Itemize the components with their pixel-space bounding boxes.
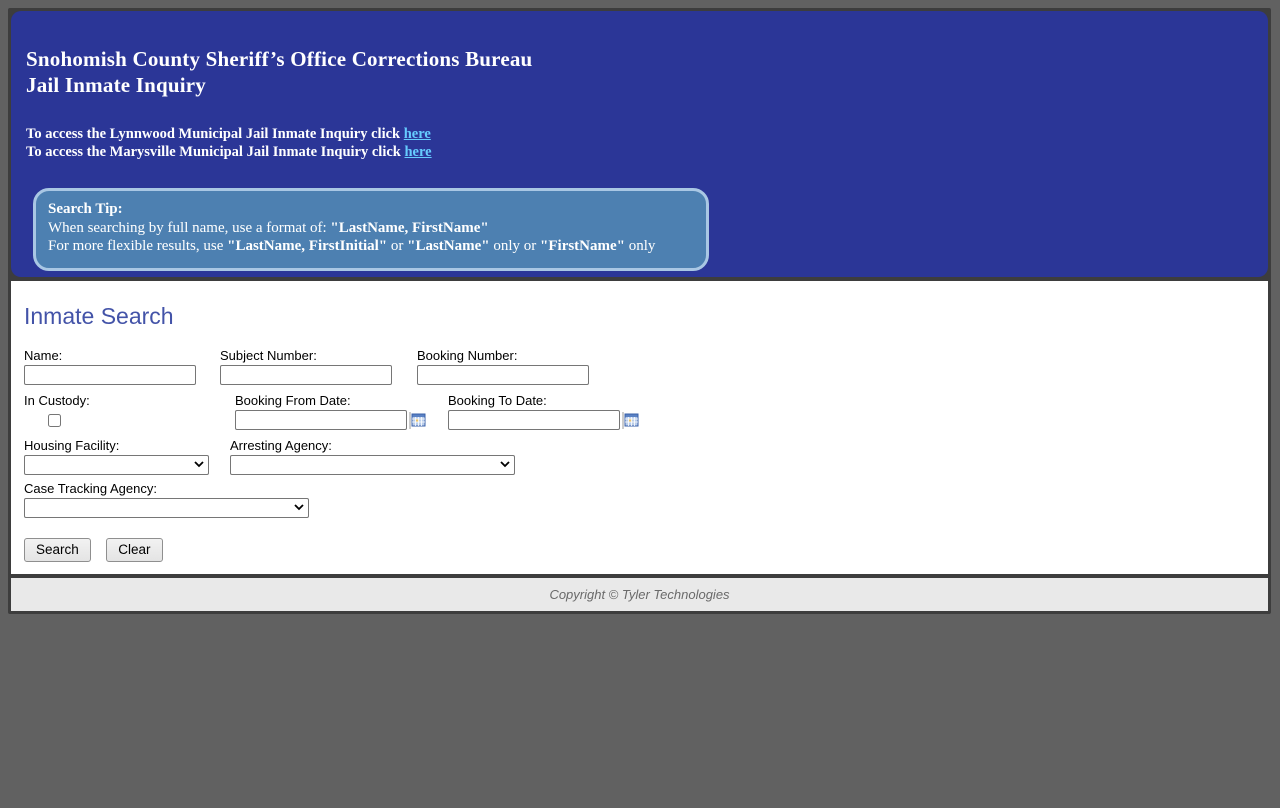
search-tip-box: Search Tip: When searching by full name,…: [33, 188, 709, 271]
search-button[interactable]: Search: [24, 538, 91, 562]
booking-to-label: Booking To Date:: [448, 394, 639, 408]
name-field-group: Name:: [24, 349, 196, 385]
booking-from-calendar-button[interactable]: [409, 412, 426, 429]
header-panel: Snohomish County Sheriff’s Office Correc…: [11, 11, 1268, 277]
subject-number-label: Subject Number:: [220, 349, 392, 363]
lynnwood-link-line: To access the Lynnwood Municipal Jail In…: [26, 125, 1248, 143]
booking-to-field-group: Booking To Date:: [448, 394, 639, 430]
footer: Copyright © Tyler Technologies: [11, 578, 1268, 611]
in-custody-checkbox[interactable]: [48, 414, 61, 427]
booking-number-field-group: Booking Number:: [417, 349, 589, 385]
subject-number-field-group: Subject Number:: [220, 349, 392, 385]
header-links: To access the Lynnwood Municipal Jail In…: [26, 125, 1248, 161]
clear-button[interactable]: Clear: [106, 538, 162, 562]
lynnwood-inquiry-link[interactable]: here: [404, 126, 431, 142]
housing-facility-field-group: Housing Facility:: [24, 439, 209, 475]
calendar-icon: [622, 417, 639, 432]
case-tracking-agency-label: Case Tracking Agency:: [24, 482, 309, 496]
search-tip-title: Search Tip:: [48, 200, 694, 219]
subject-number-input[interactable]: [220, 365, 392, 385]
page-title: Snohomish County Sheriff’s Office Correc…: [26, 46, 1248, 98]
page-title-line1: Snohomish County Sheriff’s Office Correc…: [26, 46, 1248, 72]
housing-facility-select[interactable]: [24, 455, 209, 475]
case-tracking-agency-field-group: Case Tracking Agency:: [24, 482, 309, 518]
booking-to-input[interactable]: [448, 410, 620, 430]
marysville-link-line: To access the Marysville Municipal Jail …: [26, 143, 1248, 161]
lynnwood-link-text: To access the Lynnwood Municipal Jail In…: [26, 126, 404, 142]
marysville-link-text: To access the Marysville Municipal Jail …: [26, 144, 404, 160]
search-tip-line2: For more flexible results, use "LastName…: [48, 237, 694, 256]
marysville-inquiry-link[interactable]: here: [404, 144, 431, 160]
booking-from-input[interactable]: [235, 410, 407, 430]
arresting-agency-field-group: Arresting Agency:: [230, 439, 515, 475]
booking-number-input[interactable]: [417, 365, 589, 385]
main-content: Inmate Search Name: Subject Number: Book…: [11, 281, 1268, 574]
search-tip-line1: When searching by full name, use a forma…: [48, 219, 694, 238]
in-custody-field-group: In Custody:: [24, 394, 90, 432]
copyright-text: Copyright © Tyler Technologies: [549, 587, 729, 602]
page-container: Snohomish County Sheriff’s Office Correc…: [8, 8, 1271, 614]
name-label: Name:: [24, 349, 196, 363]
arresting-agency-label: Arresting Agency:: [230, 439, 515, 453]
booking-to-calendar-button[interactable]: [622, 412, 639, 429]
housing-facility-label: Housing Facility:: [24, 439, 209, 453]
booking-from-field-group: Booking From Date:: [235, 394, 426, 430]
in-custody-label: In Custody:: [24, 394, 90, 408]
name-input[interactable]: [24, 365, 196, 385]
calendar-icon: [409, 417, 426, 432]
booking-number-label: Booking Number:: [417, 349, 589, 363]
page-title-line2: Jail Inmate Inquiry: [26, 72, 1248, 98]
booking-from-label: Booking From Date:: [235, 394, 426, 408]
inmate-search-heading: Inmate Search: [24, 303, 174, 330]
arresting-agency-select[interactable]: [230, 455, 515, 475]
form-buttons: Search Clear: [24, 538, 174, 562]
case-tracking-agency-select[interactable]: [24, 498, 309, 518]
